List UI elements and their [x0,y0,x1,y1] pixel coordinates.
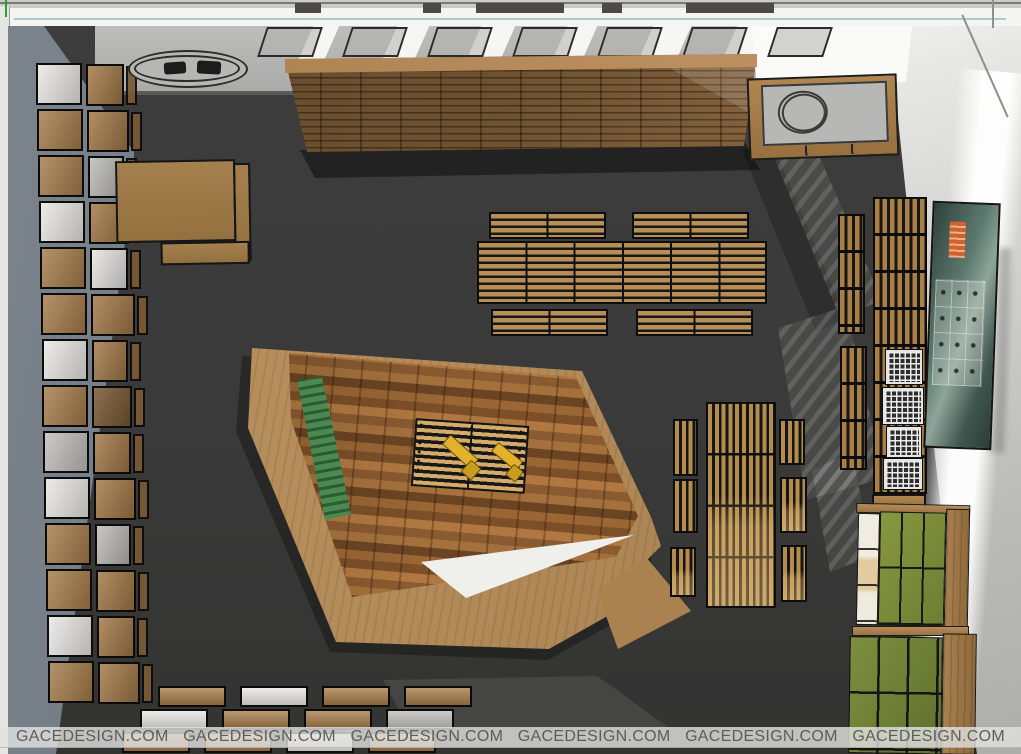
cubby-box [40,247,86,289]
ceiling-oval-inner-ring [134,55,240,82]
wall-poster [923,201,1000,450]
light-overlay [708,493,774,606]
vslat-bench-right-3 [781,545,807,602]
cubby-box [95,524,131,566]
slat-bench-top-left [489,212,606,239]
watermark-text: GACEDESIGN.COM [852,729,1005,745]
display-box [404,686,472,707]
cubby-box-side [134,388,145,427]
cubby-box [94,478,136,520]
cubby-box-side [130,342,141,381]
cubby-box [43,431,89,473]
cubby-box-side [131,112,142,151]
tool-tray-wrap [411,418,530,496]
vslat-bench-left-2 [673,479,698,533]
cubby-box [44,477,90,519]
poster-item-grid [932,279,986,387]
outer-top-line [0,2,1021,4]
cubby-box [48,661,94,703]
cubby-box [37,109,83,151]
cubby-box [93,432,131,474]
green-axis-line [5,0,7,17]
cubby-box [47,615,93,657]
watermark-text: GACEDESIGN.COM [518,729,671,745]
vslat-bench-left-1 [673,419,698,476]
display-box [158,686,226,707]
wire-basket-4 [884,459,922,489]
top-wall-white-band [6,8,1021,26]
locker-tan-column [856,513,880,625]
cubby-box [97,616,135,658]
cubby-box [45,523,91,565]
slat-table-large [477,241,767,304]
cubby-box [39,201,85,243]
top-right-seam-line [992,0,994,28]
cubby-box-side [133,526,144,565]
cubby-box [38,155,84,197]
vslat-table-center [706,402,776,608]
cubby-box [46,569,92,611]
ac-cabinet [747,73,900,160]
teal-accent-line [14,18,1006,20]
cubby-box [92,386,132,428]
wire-basket-3 [887,427,921,457]
watermark-text: GACEDESIGN.COM [16,729,169,745]
cubby-box-side [137,618,148,657]
cubby-box [98,662,140,704]
cubby-box-side [137,296,148,335]
oval-fixture-item-2 [197,60,222,74]
cubby-box [96,570,136,612]
display-box [322,686,390,707]
watermark-band: GACEDESIGN.COM GACEDESIGN.COM GACEDESIGN… [0,727,1021,748]
interior-render-canvas: GACEDESIGN.COM GACEDESIGN.COM GACEDESIGN… [0,0,1021,754]
slat-bench-bottom-left [491,309,608,336]
oval-fixture-item-1 [164,61,187,75]
slat-bench-top-right [632,212,749,239]
vslat-bench-right-2 [780,477,807,533]
cubby-box [41,293,87,335]
cubby-box [91,294,135,336]
cubby-box [42,339,88,381]
vslat-bench-left-3 [670,547,696,597]
green-locker-upper [854,503,971,630]
cubby-box [87,110,129,152]
light-overlay [672,569,694,595]
outer-left-strip [0,6,10,754]
cubby-box [92,340,128,382]
locker-wood-side-upper [944,509,971,629]
wire-basket-2 [883,388,923,424]
watermark-text: GACEDESIGN.COM [183,729,336,745]
locker-doors-upper [878,511,946,626]
right-shelf-narrow-1 [838,214,865,334]
cubby-box [42,385,88,427]
wire-basket-1 [886,350,922,384]
cubby-box-side [142,664,153,703]
poster-orange-square [949,221,966,258]
light-overlay [782,502,805,531]
light-overlay [783,570,805,600]
display-box [240,686,308,707]
cubby-box-side [133,434,144,473]
right-shelf-narrow-2 [840,346,867,470]
cubby-box [36,63,82,105]
cubby-box-side [138,480,149,519]
slat-bench-bottom-right [636,309,753,336]
watermark-text: GACEDESIGN.COM [685,729,838,745]
cubby-box-side [138,572,149,611]
desk-main [115,159,236,243]
vslat-bench-right-1 [779,419,805,465]
wood-desk [113,157,255,277]
watermark-text: GACEDESIGN.COM [351,729,504,745]
desk-lower-step [160,241,249,266]
ac-cabinet-top [761,81,889,146]
